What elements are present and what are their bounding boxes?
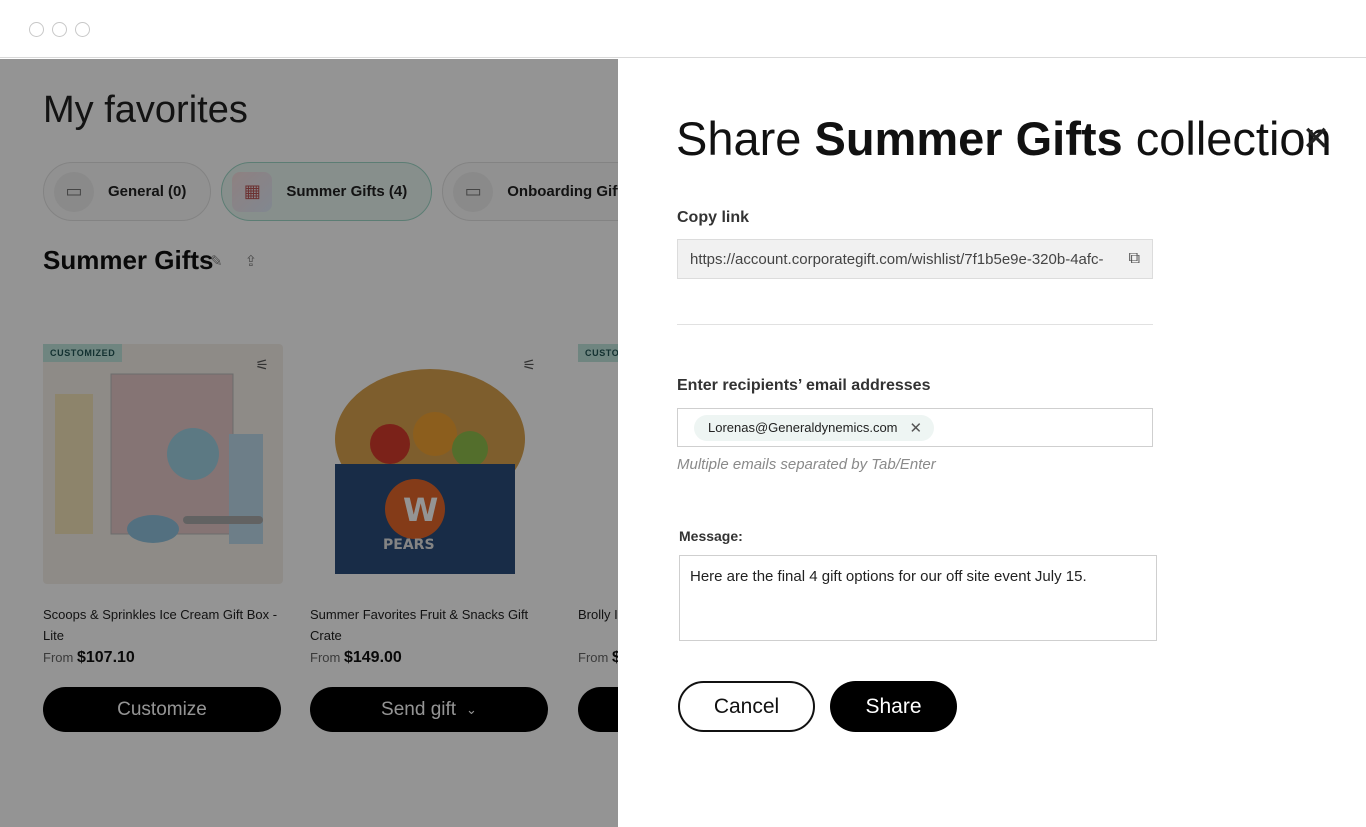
recipient-chip: Lorenas@Generaldynemics.com ✕ <box>694 414 935 441</box>
title-collection-name: Summer Gifts <box>814 112 1123 165</box>
close-icon[interactable]: ✕ <box>1298 121 1334 157</box>
share-collection-drawer: Share Summer Gifts collection ✕ Copy lin… <box>618 59 1366 827</box>
divider <box>677 324 1153 325</box>
title-prefix: Share <box>676 112 802 165</box>
drawer-title: Share Summer Gifts collection <box>676 111 1332 166</box>
recipients-input[interactable]: Lorenas@Generaldynemics.com ✕ <box>677 408 1153 447</box>
modal-backdrop[interactable] <box>0 59 618 827</box>
copy-link-label: Copy link <box>677 209 750 226</box>
message-label: Message: <box>679 528 743 544</box>
window-maximize-dot[interactable] <box>75 22 90 37</box>
recipient-email: Lorenas@Generaldynemics.com <box>708 420 898 435</box>
recipients-hint: Multiple emails separated by Tab/Enter <box>677 456 936 473</box>
close-icon[interactable]: ✕ <box>910 419 923 437</box>
copy-link-field[interactable]: https://account.corporategift.com/wishli… <box>677 239 1153 279</box>
recipients-label: Enter recipients’ email addresses <box>677 377 931 394</box>
window-titlebar <box>0 0 1366 58</box>
copy-icon[interactable]: ⧉ <box>1120 250 1140 268</box>
message-textarea[interactable]: Here are the final 4 gift options for ou… <box>679 555 1157 641</box>
window-close-dot[interactable] <box>29 22 44 37</box>
window-minimize-dot[interactable] <box>52 22 67 37</box>
copy-link-url[interactable]: https://account.corporategift.com/wishli… <box>690 251 1120 268</box>
cancel-button[interactable]: Cancel <box>678 681 815 732</box>
share-button[interactable]: Share <box>830 681 957 732</box>
